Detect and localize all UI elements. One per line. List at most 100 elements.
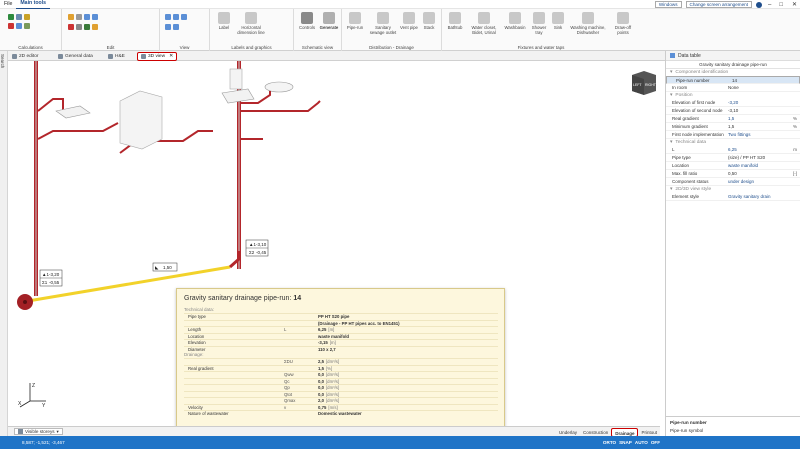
zoom-out-icon[interactable] <box>173 14 179 20</box>
flag-snap[interactable]: SNAP <box>619 440 632 445</box>
property-value[interactable]: 1,5 <box>725 124 786 129</box>
collapse-icon[interactable]: ▾ <box>670 92 672 99</box>
water-closet-button[interactable]: Water closet, Bidet, Urinal <box>467 12 501 35</box>
data-table-section[interactable]: ▾ 2D/3D view style <box>666 186 800 193</box>
property-value[interactable]: waste manifold <box>725 163 786 168</box>
calc-icon[interactable] <box>16 23 22 29</box>
mirror-icon[interactable] <box>92 24 98 30</box>
visible-storeys-label: Visible storeys <box>25 429 55 434</box>
data-table-section[interactable]: ▾ Technical data <box>666 139 800 146</box>
zoom-window-icon[interactable] <box>181 14 187 20</box>
data-table-row[interactable]: Element style Gravity sanitary drain <box>666 193 800 201</box>
redo-icon[interactable] <box>92 14 98 20</box>
visible-storeys-dropdown[interactable]: Visible storeys ▾ <box>14 428 63 435</box>
data-table-row[interactable]: Minimum gradient 1,5% <box>666 123 800 131</box>
property-value[interactable]: Two fittings <box>725 132 786 137</box>
table-icon <box>670 53 675 58</box>
calc-icon[interactable] <box>8 14 14 20</box>
washbasin-left[interactable] <box>55 105 91 119</box>
view-cube[interactable]: LEFT RIGHT <box>632 71 657 95</box>
tab-he[interactable]: H&E <box>108 52 125 61</box>
data-table-row[interactable]: L 6,25 m <box>666 146 800 154</box>
data-table-row[interactable]: Real gradient 1,5% <box>666 115 800 123</box>
data-table-body: ▾ Component identification Pipe-run number… <box>666 69 800 201</box>
copy-icon[interactable] <box>76 14 82 20</box>
shower-tray-button[interactable]: Shower tray <box>528 12 550 35</box>
data-table-row[interactable]: Elevation of first node -3,20 <box>666 99 800 107</box>
close-icon[interactable]: ✕ <box>789 1 800 8</box>
dimension-line-button[interactable]: Horizontal dimension line <box>236 12 266 35</box>
cistern-box[interactable] <box>119 90 163 150</box>
calc-icon[interactable] <box>24 23 30 29</box>
data-table-row[interactable]: Max. fill ratio 0,50 [-] <box>666 170 800 178</box>
zoom-in-icon[interactable] <box>165 14 171 20</box>
paste-icon[interactable] <box>68 14 74 20</box>
tab-2d-editor[interactable]: 2D editor <box>12 52 38 61</box>
elevation-label-right[interactable]: ▲1 -3,10 Σ2 -0,45 <box>245 239 269 257</box>
property-value[interactable]: 14 <box>729 78 782 83</box>
data-table-row[interactable]: Pipe-run number 14 <box>666 76 800 84</box>
elevation-label-left[interactable]: ▲1 -3,20 Σ1 -0,55 <box>39 269 63 287</box>
undo-icon[interactable] <box>84 14 90 20</box>
sink-button[interactable]: Sink <box>550 12 566 30</box>
calc-icon[interactable] <box>24 14 30 20</box>
property-value[interactable]: (size) / PP HT S20 <box>725 155 786 160</box>
help-icon[interactable] <box>756 1 762 8</box>
washing-machine-button[interactable]: Washing machine, Dishwasher <box>566 12 610 35</box>
tab-3d-view[interactable]: 3D view ✕ <box>137 52 178 61</box>
washbasin-button[interactable]: Washbasin <box>502 12 528 30</box>
pipe-run-button[interactable]: Pipe-run <box>344 12 366 30</box>
cistern-right[interactable] <box>229 68 243 90</box>
vent-pipe-button[interactable]: Vent pipe <box>400 12 418 30</box>
collapse-icon[interactable]: ▾ <box>670 186 672 193</box>
washbasin-right[interactable] <box>264 81 294 93</box>
minimize-icon[interactable]: – <box>766 2 773 8</box>
property-value[interactable]: None <box>725 85 786 90</box>
menu-file[interactable]: File <box>0 0 16 9</box>
property-value[interactable]: -3,20 <box>725 100 786 105</box>
property-value[interactable]: under design <box>725 179 786 184</box>
data-table-section[interactable]: ▾ Component identification <box>666 69 800 76</box>
gradient-label[interactable]: ◣ 1,50 <box>152 262 178 272</box>
delete-icon[interactable] <box>68 24 74 30</box>
pan-icon[interactable] <box>165 24 171 30</box>
stack-button[interactable]: Stack <box>420 12 438 30</box>
data-table-row[interactable]: Component status under design <box>666 178 800 186</box>
search-side-tab[interactable]: Search <box>0 54 5 68</box>
calc-icon[interactable] <box>8 23 14 29</box>
draw-off-points-button[interactable]: Draw-off points <box>610 12 636 35</box>
zoom-all-icon[interactable] <box>173 24 179 30</box>
menu-main-tools[interactable]: Main tools <box>16 0 51 9</box>
flag-orto[interactable]: ORTO <box>603 440 616 445</box>
data-table-row[interactable]: Location waste manifold <box>666 162 800 170</box>
flag-auto[interactable]: AUTO <box>635 440 648 445</box>
property-value[interactable]: 0,50 <box>725 171 786 176</box>
screen-arrangement-dropdown[interactable]: Change screen arrangement <box>685 1 752 8</box>
data-table-row[interactable]: Pipe type (size) / PP HT S20 <box>666 154 800 162</box>
toilet-right[interactable] <box>221 88 255 104</box>
property-value[interactable]: 1,5 <box>725 116 786 121</box>
tab-general-data[interactable]: General data <box>58 52 93 61</box>
sanitary-outlet-button[interactable]: Sanitary sewage outlet <box>368 12 398 35</box>
windows-dropdown[interactable]: Windows <box>654 1 682 8</box>
generate-button[interactable]: Generate <box>318 12 340 30</box>
bathtub-button[interactable]: Bathtub <box>444 12 466 30</box>
flag-off[interactable]: OFF <box>651 440 660 445</box>
maximize-icon[interactable]: □ <box>777 2 785 8</box>
close-tab-icon[interactable]: ✕ <box>169 54 173 59</box>
property-value[interactable]: -3,10 <box>725 108 786 113</box>
collapse-icon[interactable]: ▾ <box>670 139 672 146</box>
data-table-section[interactable]: ▾ Position <box>666 92 800 99</box>
data-table-row[interactable]: Elevation of second node -3,10 <box>666 107 800 115</box>
property-value[interactable]: 6,25 <box>725 147 786 152</box>
controls-button[interactable]: Controls <box>296 12 318 30</box>
rotate-icon[interactable] <box>84 24 90 30</box>
property-value[interactable]: Gravity sanitary drain <box>725 194 786 199</box>
data-table-row[interactable]: In room None <box>666 84 800 92</box>
label-button[interactable]: Label <box>213 12 235 30</box>
calc-icon[interactable] <box>16 14 22 20</box>
data-table-row[interactable]: First node implementation Two fittings <box>666 131 800 139</box>
move-icon[interactable] <box>76 24 82 30</box>
collapse-icon[interactable]: ▾ <box>670 69 672 76</box>
branch-pipe[interactable] <box>37 122 119 140</box>
